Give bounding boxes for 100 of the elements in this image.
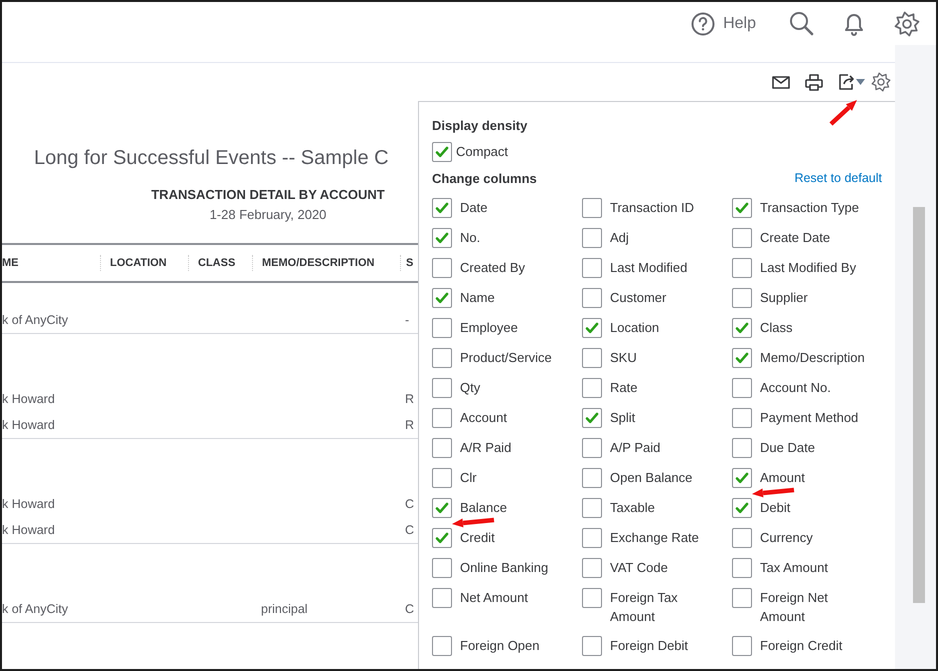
checkbox[interactable] [432,558,452,578]
print-button[interactable] [805,74,823,90]
checkbox[interactable] [582,348,602,368]
checkbox[interactable] [732,288,752,308]
checkbox[interactable] [582,228,602,248]
settings-icon [871,72,891,92]
checkbox[interactable] [582,498,602,518]
checkbox-label: Qty [460,379,480,397]
scrollbar-thumb[interactable] [913,207,925,603]
checkbox-label: Date [460,199,488,217]
checkbox[interactable] [432,438,452,458]
checkbox[interactable] [432,142,452,162]
printer-icon [805,74,823,90]
checkbox[interactable] [732,318,752,338]
checkbox[interactable] [732,528,752,548]
checkbox[interactable] [582,318,602,338]
checkbox[interactable] [432,378,452,398]
checkbox-label: Created By [460,259,526,277]
help-button[interactable]: Help [691,12,756,36]
export-icon [838,73,856,91]
bell-icon [842,12,866,36]
checkbox[interactable] [732,408,752,428]
column-header[interactable]: CLASS [188,254,252,272]
column-header[interactable]: LOCATION [100,254,188,272]
section-heading: Change columns [432,170,537,188]
checkbox[interactable] [732,558,752,578]
checkbox[interactable] [732,378,752,398]
checkbox[interactable] [432,348,452,368]
caret-icon [856,79,865,85]
checkbox[interactable] [732,258,752,278]
checkbox[interactable] [582,258,602,278]
checkbox[interactable] [582,198,602,218]
column-header[interactable]: S [400,254,418,272]
section-heading: Display density [432,117,528,135]
checkbox[interactable] [432,528,452,548]
report-period: 1-28 February, 2020 [208,206,328,224]
envelope-icon [772,74,790,90]
checkbox[interactable] [582,528,602,548]
reset-link[interactable]: Reset to default [794,168,882,188]
checkbox-label: Amount [760,469,805,487]
checkbox[interactable] [582,636,602,656]
settings-button[interactable] [894,10,920,36]
checkbox-label: Rate [610,379,638,397]
checkbox[interactable] [432,318,452,338]
table-cell-text: C [404,600,416,618]
checkbox-label: Due Date [760,439,815,457]
checkbox-label: Compact [456,142,508,160]
checkbox[interactable] [582,588,602,608]
checkbox-label: Account No. [760,379,831,397]
checkbox[interactable] [732,498,752,518]
checkbox[interactable] [432,408,452,428]
checkbox-label: Tax Amount [760,559,828,577]
table-cell-text: k of AnyCity [2,312,69,329]
checkbox-label: Foreign Credit [760,637,842,655]
checkbox[interactable] [432,258,452,278]
checkbox-label: A/R Paid [460,439,512,457]
checkbox[interactable] [582,288,602,308]
help-icon [691,12,716,36]
checkbox-label: Adj [610,229,629,247]
table-cell-text: C [404,496,416,513]
checkbox[interactable] [732,228,752,248]
checkbox[interactable] [582,408,602,428]
checkbox-label: Net Amount [460,589,528,607]
column-header[interactable]: MEMO/DESCRIPTION [252,254,400,272]
search-icon [789,11,814,36]
checkbox-label: Foreign Net Amount [760,589,829,626]
checkbox[interactable] [732,588,752,608]
search-button[interactable] [789,11,814,36]
checkbox-label: Last Modified By [760,259,856,277]
checkbox[interactable] [732,198,752,218]
email-button[interactable] [772,74,790,90]
column-header[interactable]: ME [2,254,100,272]
checkbox-label: Payment Method [760,409,858,427]
notifications-button[interactable] [842,12,866,36]
checkbox[interactable] [432,636,452,656]
checkbox[interactable] [582,378,602,398]
checkbox-label: Balance [460,499,507,517]
checkbox[interactable] [432,498,452,518]
report-settings-button[interactable] [871,72,891,92]
checkbox[interactable] [732,468,752,488]
checkbox[interactable] [432,198,452,218]
checkbox[interactable] [432,228,452,248]
table-cell-text: R [404,416,416,434]
table-cell-text: k Howard [2,390,56,408]
checkbox[interactable] [732,348,752,368]
checkbox[interactable] [582,558,602,578]
table-cell-text: k Howard [2,522,56,539]
checkbox[interactable] [432,588,452,608]
checkbox-label: Open Balance [610,469,692,487]
checkbox-label: Name [460,289,495,307]
export-button[interactable] [838,73,865,91]
checkbox-label: Online Banking [460,559,548,577]
checkbox[interactable] [582,468,602,488]
checkbox[interactable] [732,636,752,656]
checkbox[interactable] [432,468,452,488]
checkbox[interactable] [582,438,602,458]
checkbox[interactable] [432,288,452,308]
table-cell-text: C [404,522,416,539]
checkbox[interactable] [732,438,752,458]
checkbox-label: VAT Code [610,559,668,577]
